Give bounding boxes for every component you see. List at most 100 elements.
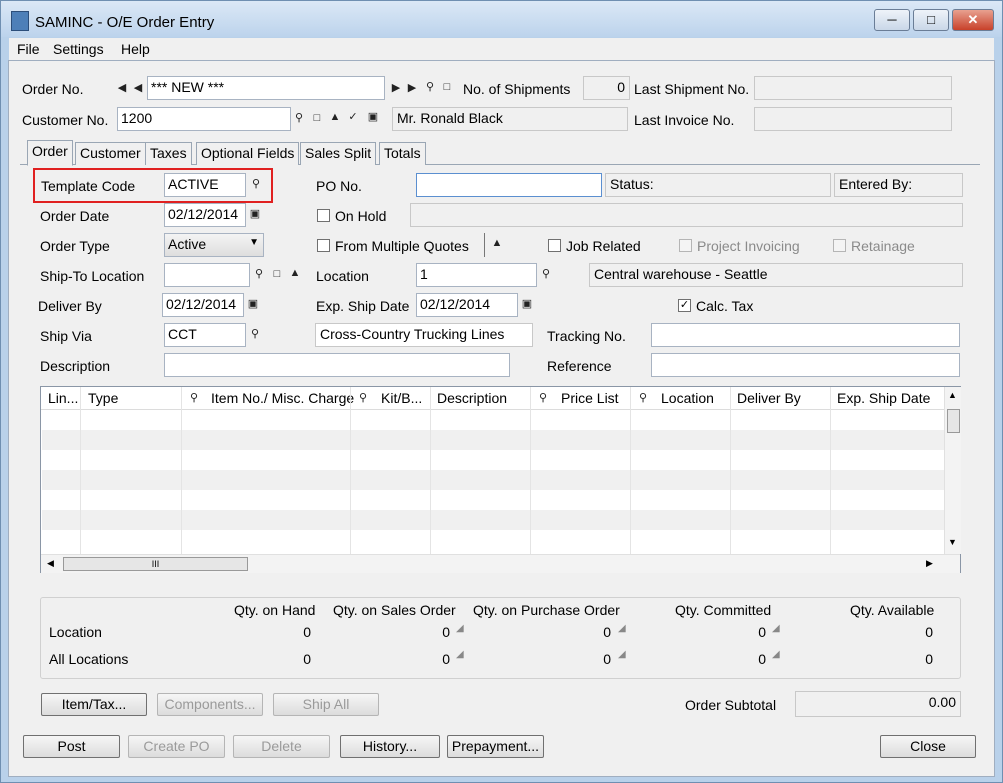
maximize-button[interactable]: □ — [913, 9, 949, 31]
price-list-finder-icon[interactable]: ⚲ — [537, 392, 549, 404]
horizontal-scroll-thumb[interactable]: III — [63, 557, 248, 571]
previous-record-icon[interactable]: ◀ — [132, 82, 144, 94]
grid-col-deliver-by[interactable]: Deliver By — [737, 390, 801, 406]
location-finder-icon[interactable]: ⚲ — [540, 268, 552, 280]
close-button[interactable]: Close — [880, 735, 976, 758]
template-code-field[interactable]: ACTIVE — [164, 173, 246, 197]
grid-col-price-list[interactable]: Price List — [561, 390, 619, 406]
scroll-thumb[interactable] — [947, 409, 960, 433]
close-window-button[interactable]: ✕ — [952, 9, 994, 31]
ship-to-finder-icon[interactable]: ⚲ — [253, 268, 265, 280]
table-row[interactable] — [42, 490, 945, 510]
ship-all-button[interactable]: Ship All — [273, 693, 379, 716]
drilldown-icon[interactable]: ◢ — [456, 650, 466, 660]
tab-order[interactable]: Order — [27, 140, 73, 166]
description-field[interactable] — [164, 353, 510, 377]
order-finder-icon[interactable]: ⚲ — [424, 81, 436, 93]
tab-taxes[interactable]: Taxes — [145, 142, 192, 165]
location-field[interactable]: 1 — [416, 263, 537, 287]
calc-tax-checkbox[interactable]: ✓ — [678, 299, 691, 312]
on-hold-checkbox[interactable] — [317, 209, 330, 222]
customer-check-icon[interactable]: ✓ — [347, 111, 359, 123]
item-finder-icon[interactable]: ⚲ — [188, 392, 200, 404]
order-date-field[interactable]: 02/12/2014 — [164, 203, 246, 227]
scroll-up-icon[interactable]: ▲ — [948, 390, 957, 400]
customer-finder-icon[interactable]: ⚲ — [293, 112, 305, 124]
drilldown-icon[interactable]: ◢ — [772, 624, 782, 634]
table-row[interactable] — [42, 510, 945, 530]
reference-field[interactable] — [651, 353, 960, 377]
customer-new-icon[interactable]: □ — [311, 112, 323, 124]
next-record-icon[interactable]: ▶ — [390, 82, 402, 94]
order-subtotal-value: 0.00 — [795, 691, 961, 717]
ship-to-field[interactable] — [164, 263, 250, 287]
ship-to-zoom-icon[interactable]: ▲ — [289, 267, 301, 279]
tracking-no-field[interactable] — [651, 323, 960, 347]
quotes-zoom-icon[interactable]: ▲ — [491, 237, 503, 249]
scroll-right-icon[interactable]: ▶ — [926, 558, 933, 569]
qty-value: 0 — [758, 651, 766, 667]
grid-col-description[interactable]: Description — [437, 390, 507, 406]
exp-ship-date-field[interactable]: 02/12/2014 — [416, 293, 518, 317]
grid-column-lines — [430, 387, 431, 554]
retainage-checkbox — [833, 239, 846, 252]
table-row[interactable] — [42, 470, 945, 490]
grid-col-location[interactable]: Location — [661, 390, 714, 406]
deliver-by-calendar-icon[interactable]: ▣ — [247, 298, 259, 310]
grid-col-exp-ship-date[interactable]: Exp. Ship Date — [837, 390, 930, 406]
item-tax-button[interactable]: Item/Tax... — [41, 693, 147, 716]
exp-ship-calendar-icon[interactable]: ▣ — [521, 298, 533, 310]
minimize-button[interactable]: ─ — [874, 9, 910, 31]
components-button[interactable]: Components... — [157, 693, 263, 716]
grid-col-line[interactable]: Lin... — [48, 390, 78, 406]
drilldown-icon[interactable]: ◢ — [618, 624, 628, 634]
grid-col-kit[interactable]: Kit/B... — [381, 390, 422, 406]
grid-column-lines — [181, 387, 182, 554]
first-record-icon[interactable]: ◀ — [116, 82, 128, 94]
tab-customer[interactable]: Customer — [75, 142, 146, 165]
table-row[interactable] — [42, 410, 945, 430]
drilldown-icon[interactable]: ◢ — [456, 624, 466, 634]
tab-sales-split[interactable]: Sales Split — [300, 142, 377, 165]
order-date-calendar-icon[interactable]: ▣ — [249, 208, 261, 220]
deliver-by-field[interactable]: 02/12/2014 — [162, 293, 244, 317]
vertical-scrollbar[interactable]: ▲ ▼ — [944, 387, 961, 554]
template-finder-icon[interactable]: ⚲ — [250, 178, 262, 190]
order-type-select[interactable]: Active ▼ — [164, 233, 264, 257]
kit-finder-icon[interactable]: ⚲ — [357, 392, 369, 404]
customer-no-field[interactable]: 1200 — [117, 107, 291, 131]
customer-detail-icon[interactable]: ▣ — [367, 111, 379, 123]
table-row[interactable] — [42, 530, 945, 554]
create-po-button[interactable]: Create PO — [128, 735, 225, 758]
location-col-finder-icon[interactable]: ⚲ — [637, 392, 649, 404]
horizontal-scrollbar[interactable]: ◀ III ▶ — [41, 554, 960, 573]
grid-col-type[interactable]: Type — [88, 390, 118, 406]
po-no-field[interactable] — [416, 173, 602, 197]
from-multiple-quotes-checkbox[interactable] — [317, 239, 330, 252]
tab-optional-fields[interactable]: Optional Fields — [196, 142, 300, 165]
table-row[interactable] — [42, 450, 945, 470]
table-row[interactable] — [42, 430, 945, 450]
qty-on-purchase-order-header: Qty. on Purchase Order — [473, 602, 620, 618]
new-document-icon[interactable]: □ — [441, 81, 453, 93]
prepayment-button[interactable]: Prepayment... — [447, 735, 544, 758]
history-button[interactable]: History... — [340, 735, 440, 758]
scroll-down-icon[interactable]: ▼ — [948, 537, 957, 547]
drilldown-icon[interactable]: ◢ — [772, 650, 782, 660]
menu-settings[interactable]: Settings — [53, 41, 104, 57]
order-no-field[interactable]: *** NEW *** — [147, 76, 385, 100]
customer-zoom-icon[interactable]: ▲ — [329, 111, 341, 123]
post-button[interactable]: Post — [23, 735, 120, 758]
drilldown-icon[interactable]: ◢ — [618, 650, 628, 660]
menu-file[interactable]: File — [17, 41, 40, 57]
ship-via-finder-icon[interactable]: ⚲ — [249, 328, 261, 340]
grid-col-item[interactable]: Item No./ Misc. Charge — [211, 390, 354, 406]
job-related-checkbox[interactable] — [548, 239, 561, 252]
scroll-left-icon[interactable]: ◀ — [47, 558, 54, 569]
menu-help[interactable]: Help — [121, 41, 150, 57]
ship-to-new-icon[interactable]: □ — [271, 268, 283, 280]
tab-totals[interactable]: Totals — [379, 142, 426, 165]
last-record-icon[interactable]: ▶ — [406, 82, 418, 94]
delete-button[interactable]: Delete — [233, 735, 330, 758]
ship-via-field[interactable]: CCT — [164, 323, 246, 347]
